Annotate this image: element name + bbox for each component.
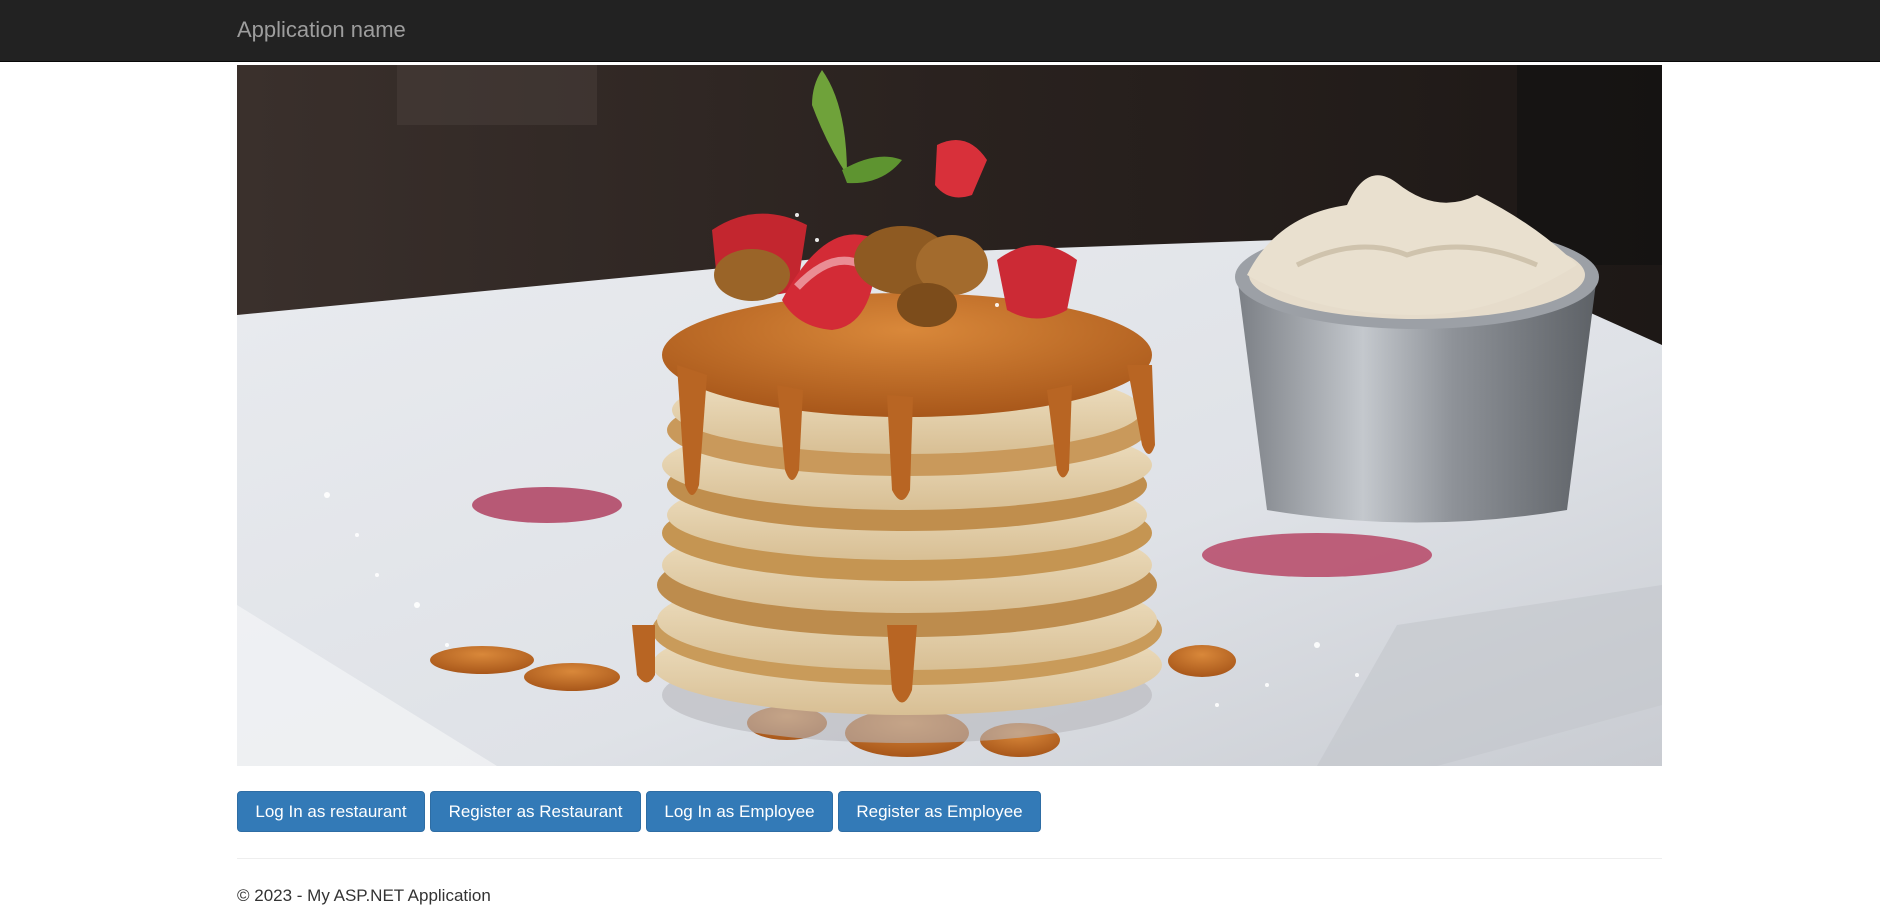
footer-text: © 2023 - My ASP.NET Application: [237, 886, 491, 905]
register-employee-button[interactable]: Register as Employee: [838, 791, 1041, 832]
login-employee-button[interactable]: Log In as Employee: [646, 791, 833, 832]
brand-link[interactable]: Application name: [237, 17, 406, 43]
login-restaurant-button[interactable]: Log In as restaurant: [237, 791, 425, 832]
hero-image: [237, 65, 1662, 766]
top-navbar: Application name: [0, 0, 1880, 62]
footer-divider: [237, 858, 1662, 859]
register-restaurant-button[interactable]: Register as Restaurant: [430, 791, 641, 832]
